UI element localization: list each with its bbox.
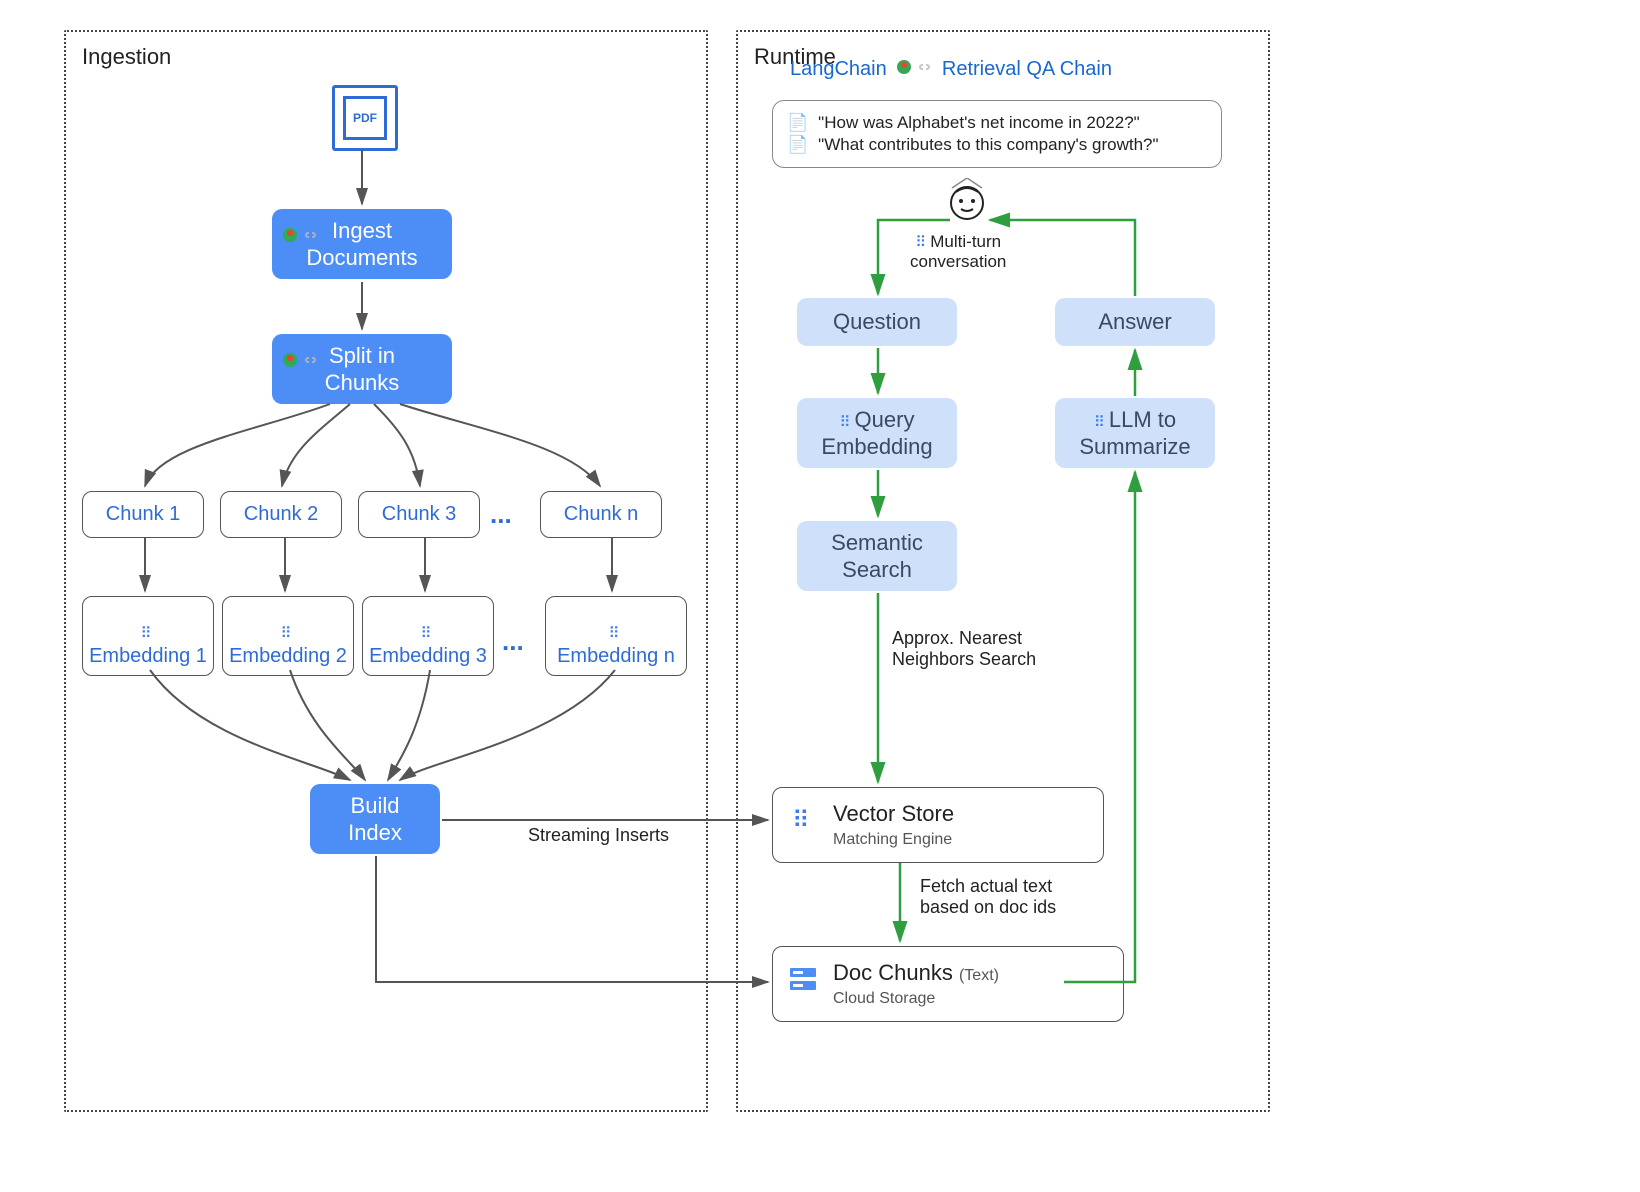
llm-summarize-node: ⠿LLM to Summarize (1055, 398, 1215, 468)
chunk-node: Chunk 2 (220, 491, 342, 538)
vertex-icon: ⠿ (840, 414, 851, 431)
doc-chunks-title: Doc Chunks (Text) (833, 959, 999, 987)
fetch-label: Fetch actual text based on doc ids (920, 876, 1056, 918)
vertex-icon: ⠿ (1094, 414, 1105, 431)
embedding-node: ⠿Embedding 1 (82, 596, 214, 676)
vertex-icon: ⠿ (281, 625, 292, 644)
vertex-icon: ⠿ (421, 625, 432, 644)
chunk-node: Chunk 1 (82, 491, 204, 538)
query-embedding-node: ⠿Query Embedding (797, 398, 957, 468)
embedding-node: ⠿Embedding n (545, 596, 687, 676)
embedding-label: Embedding n (557, 644, 675, 669)
speech-bubble: 📄 "How was Alphabet's net income in 2022?… (772, 100, 1222, 168)
chat-line-icon: 📄 (787, 135, 808, 155)
runtime-header: LangChain Retrieval QA Chain (790, 58, 1112, 81)
doc-chunks-subtitle: Cloud Storage (833, 989, 935, 1009)
ingestion-panel: Ingestion (64, 30, 708, 1112)
embedding-label: Embedding 1 (89, 644, 207, 669)
question-node: Question (797, 298, 957, 346)
cloud-storage-icon (788, 964, 818, 994)
ellipsis: ... (502, 626, 524, 657)
langchain-mini-icon-1 (282, 227, 324, 248)
embedding-label: Embedding 2 (229, 644, 347, 669)
ann-label: Approx. Nearest Neighbors Search (892, 628, 1036, 670)
embedding-node: ⠿Embedding 3 (362, 596, 494, 676)
build-index-node: Build Index (310, 784, 440, 854)
langchain-mini-icon-2 (282, 352, 324, 373)
pdf-label: PDF (343, 96, 387, 140)
user-icon (942, 178, 992, 228)
vector-store-subtitle: Matching Engine (833, 830, 952, 850)
answer-node: Answer (1055, 298, 1215, 346)
streaming-inserts-label: Streaming Inserts (528, 825, 669, 846)
vector-store-node: Vector Store Matching Engine (772, 787, 1104, 863)
embedding-label: Embedding 3 (369, 644, 487, 669)
langchain-logo-icon (896, 59, 932, 75)
chunk-node: Chunk 3 (358, 491, 480, 538)
langchain-link[interactable]: LangChain (790, 58, 887, 80)
embedding-node: ⠿Embedding 2 (222, 596, 354, 676)
pdf-icon: PDF (332, 85, 398, 151)
example-question-1: "How was Alphabet's net income in 2022?" (818, 113, 1140, 133)
chunk-node: Chunk n (540, 491, 662, 538)
vertex-icon: ⠿ (792, 806, 810, 835)
ellipsis: ... (490, 499, 512, 530)
vertex-icon: ⠿ (609, 625, 620, 644)
vertex-icon: ⠿ (141, 625, 152, 644)
vector-store-title: Vector Store (833, 800, 954, 828)
chat-line-icon: 📄 (787, 113, 808, 133)
vertex-icon: ⠿ (915, 234, 926, 251)
semantic-search-node: Semantic Search (797, 521, 957, 591)
example-question-2: "What contributes to this company's grow… (818, 135, 1158, 155)
ingestion-title: Ingestion (82, 44, 171, 70)
multi-turn-label: ⠿Multi-turn conversation (910, 232, 1006, 272)
retrieval-qa-link[interactable]: Retrieval QA Chain (942, 58, 1112, 80)
doc-chunks-node: Doc Chunks (Text) Cloud Storage (772, 946, 1124, 1022)
